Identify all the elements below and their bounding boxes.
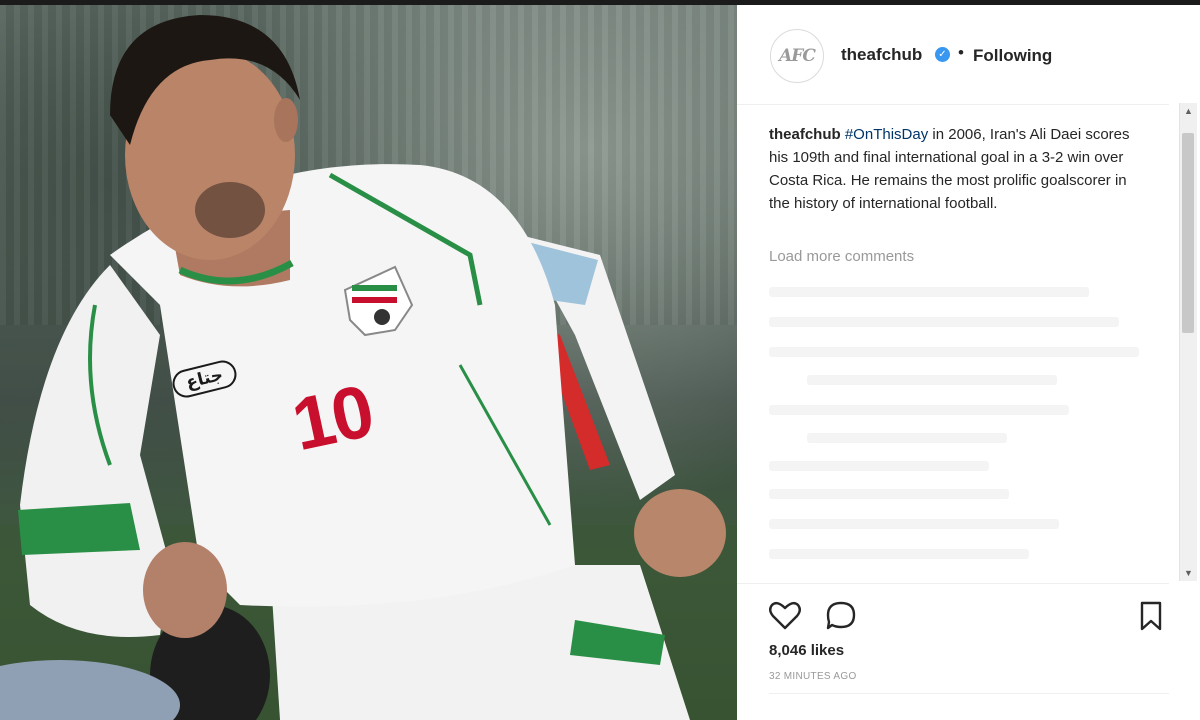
- verified-badge-icon: ✓: [935, 47, 950, 62]
- faded-comment: [769, 317, 1119, 327]
- scroll-up-arrow-icon[interactable]: ▲: [1180, 103, 1197, 119]
- faded-comment: [769, 347, 1139, 357]
- following-button[interactable]: Following: [973, 46, 1052, 66]
- faded-comment: [769, 405, 1069, 415]
- heart-icon[interactable]: [767, 598, 803, 634]
- post-header: AFC theafchub ✓ • Following: [737, 5, 1169, 105]
- faded-comment: [769, 519, 1059, 529]
- instagram-post-view: 10 جتاع AFC theafchub ✓ • Following thea…: [0, 0, 1200, 720]
- caption-username[interactable]: theafchub: [769, 126, 841, 143]
- faded-comment: [769, 489, 1009, 499]
- post-actions: 8,046 likes 32 MINUTES AGO: [737, 583, 1169, 703]
- faded-comment: [807, 433, 1007, 443]
- faded-comment: [769, 287, 1089, 297]
- avatar-logo-text: AFC: [779, 46, 816, 66]
- post-timestamp[interactable]: 32 MINUTES AGO: [769, 671, 857, 682]
- faded-comment: [807, 375, 1057, 385]
- separator-dot: •: [958, 43, 964, 62]
- post-caption: theafchub #OnThisDay in 2006, Iran's Ali…: [769, 123, 1149, 215]
- post-photo[interactable]: 10 جتاع: [0, 5, 737, 720]
- faded-comment: [769, 461, 989, 471]
- comments-scrollbar[interactable]: ▲ ▼: [1179, 103, 1197, 581]
- post-side-panel: AFC theafchub ✓ • Following theafchub #O…: [737, 5, 1200, 720]
- divider: [769, 693, 1169, 694]
- load-more-comments-link[interactable]: Load more comments: [769, 248, 914, 265]
- account-handle[interactable]: theafchub: [841, 45, 922, 65]
- avatar[interactable]: AFC: [770, 29, 824, 83]
- comment-icon[interactable]: [823, 598, 859, 634]
- likes-count[interactable]: 8,046 likes: [769, 642, 844, 659]
- faded-comment: [769, 549, 1029, 559]
- caption-hashtag[interactable]: #OnThisDay: [845, 126, 928, 143]
- player-illustration: [0, 15, 737, 720]
- scroll-down-arrow-icon[interactable]: ▼: [1180, 565, 1197, 581]
- bookmark-icon[interactable]: [1133, 598, 1169, 634]
- scrollbar-thumb[interactable]: [1182, 133, 1194, 333]
